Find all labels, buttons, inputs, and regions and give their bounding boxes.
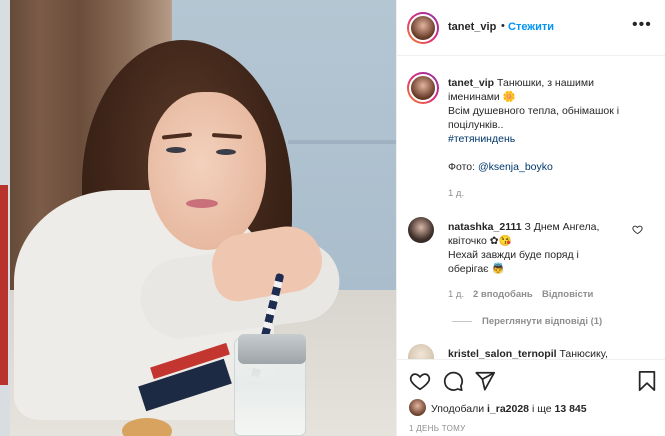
follow-button[interactable]: Стежити (508, 21, 554, 33)
post-actions: Уподобали i_ra2028 і ще 13 845 1 ДЕНЬ ТО… (397, 359, 665, 436)
bookmark-icon[interactable] (636, 370, 658, 392)
likes-count[interactable]: 13 845 (554, 403, 586, 415)
author-avatar[interactable] (407, 12, 439, 44)
photo-eye-left (166, 147, 186, 153)
photo-jar-lid (238, 334, 306, 364)
comments-section[interactable]: tanet_vip Танюшки, з нашими іменинами 🌼 … (397, 57, 665, 359)
caption-text-4: поцілунків.. (448, 119, 504, 131)
photo-credit-mention[interactable]: @ksenja_boyko (478, 161, 553, 173)
comment-avatar[interactable] (408, 344, 434, 359)
photo-credit-prefix: Фото: (448, 161, 478, 173)
caption-text-1: Танюшки, з нашими (497, 77, 594, 89)
comment-2-line-1: kristel_salon_ternopil Танюсику, (448, 347, 608, 359)
caption-text-2: іменинами 🌼 (448, 91, 516, 103)
heart-icon[interactable] (409, 370, 431, 392)
comment-1-text-1: З Днем Ангела, (524, 221, 600, 233)
likes-prefix: Уподобали (431, 403, 487, 415)
likes-summary[interactable]: Уподобали i_ra2028 і ще 13 845 (431, 403, 587, 415)
view-replies-divider (452, 321, 472, 322)
comment-like-heart-icon[interactable] (632, 224, 643, 235)
post-sidebar: tanet_vip • Стежити ••• tanet_vip Танюшк… (396, 0, 665, 436)
caption-avatar[interactable] (407, 72, 439, 104)
comment-1-age[interactable]: 1 д. (448, 289, 464, 300)
comment-1-likes[interactable]: 2 вподобань (473, 289, 533, 300)
caption-hashtag[interactable]: #тетяниндень (448, 132, 515, 146)
post-time[interactable]: 1 ДЕНЬ ТОМУ (409, 424, 465, 433)
caption-age[interactable]: 1 д. (448, 188, 464, 199)
likes-user[interactable]: i_ra2028 (487, 403, 529, 415)
comment-2-username[interactable]: kristel_salon_ternopil (448, 348, 557, 359)
photo-lips (186, 199, 218, 208)
comment-1-text-4: оберігає 👼 (448, 263, 505, 275)
comment-1-text-2: квіточко ✿😘 (448, 235, 512, 247)
post-header: tanet_vip • Стежити ••• (397, 0, 665, 56)
likes-suffix: і ще (529, 403, 555, 415)
share-icon[interactable] (474, 370, 496, 392)
caption-line-1: tanet_vip Танюшки, з нашими (448, 76, 594, 90)
header-separator: • (501, 20, 505, 32)
post-photo[interactable] (0, 0, 396, 436)
photo-face (148, 92, 266, 250)
comment-1-text-3: Нехай завжди буде поряд і (448, 249, 579, 261)
view-replies-button[interactable]: Переглянути відповіді (1) (482, 316, 602, 327)
liker-avatar[interactable] (409, 399, 426, 416)
comment-icon[interactable] (442, 370, 464, 392)
caption-photo-credit-line: Фото: @ksenja_boyko (448, 160, 553, 174)
caption-text-3: Всім душевного тепла, обнімашок і (448, 105, 620, 117)
caption-username[interactable]: tanet_vip (448, 77, 494, 89)
photo-eye-right (216, 149, 236, 155)
comment-2-text: Танюсику, (559, 348, 608, 359)
photo-cabinet-edge (288, 140, 396, 144)
comment-1-line-1: natashka_2111 З Днем Ангела, (448, 220, 599, 234)
more-icon[interactable]: ••• (632, 17, 652, 33)
comment-1-reply-button[interactable]: Відповісти (542, 289, 593, 300)
author-username[interactable]: tanet_vip (448, 21, 496, 33)
comment-avatar[interactable] (408, 217, 434, 243)
comment-1-username[interactable]: natashka_2111 (448, 221, 522, 233)
photo-red-strip (0, 185, 8, 385)
